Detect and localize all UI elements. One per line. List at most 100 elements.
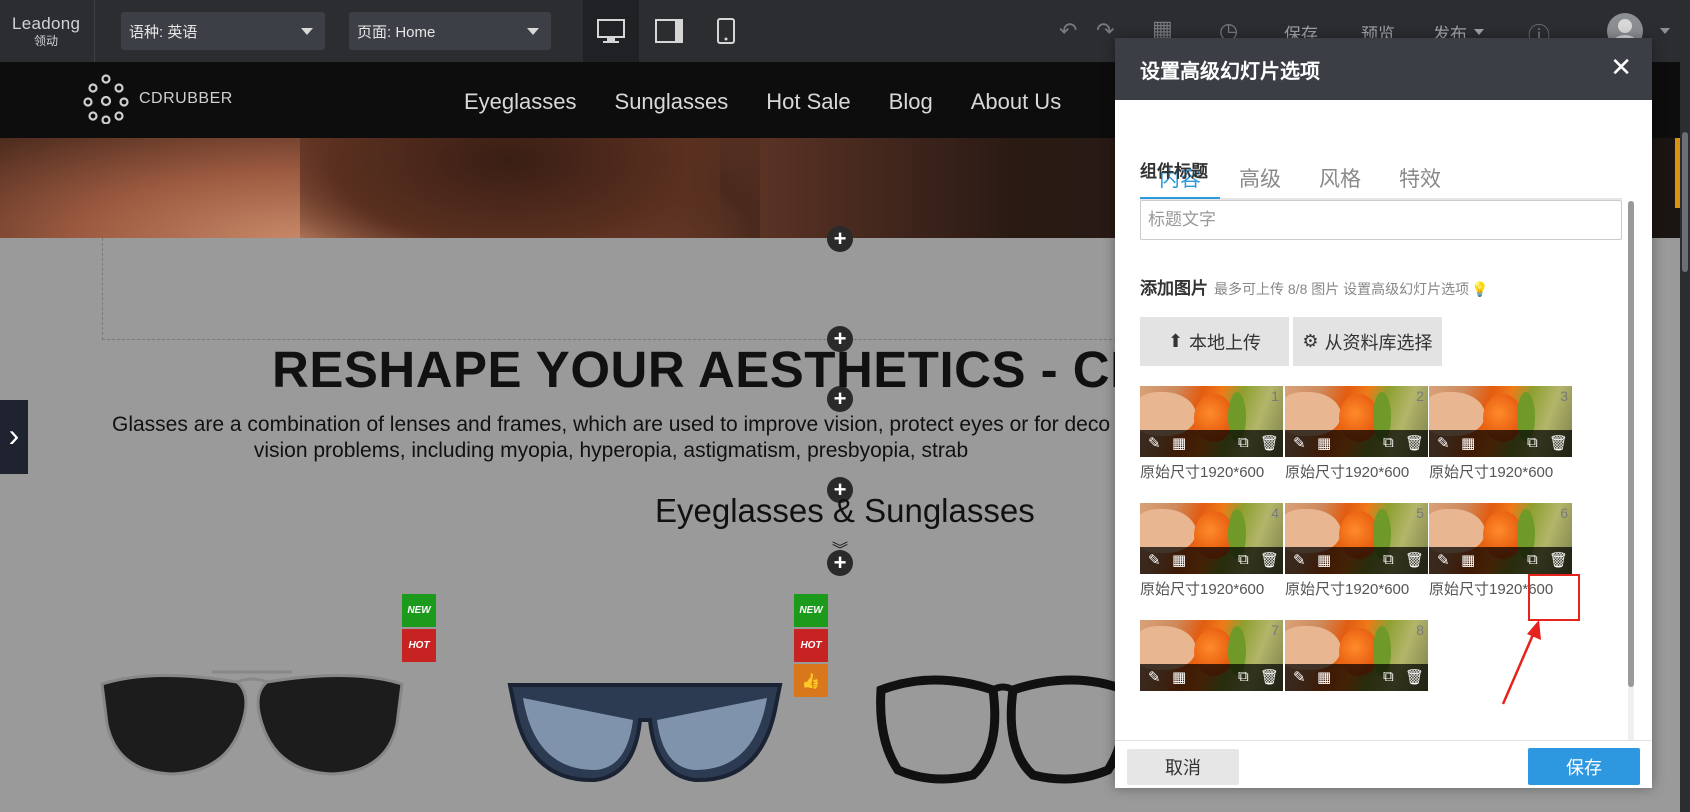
component-title-label: 组件标题 — [1140, 162, 1208, 181]
lightbulb-icon[interactable]: 💡 — [1471, 281, 1488, 298]
add-image-label: 添加图片 — [1140, 279, 1208, 298]
mobile-view-button[interactable] — [698, 0, 754, 62]
copy-icon[interactable]: ⧉ — [1383, 668, 1394, 685]
layout-icon[interactable]: ▦ — [1172, 434, 1186, 452]
layout-icon[interactable]: ▦ — [1317, 551, 1331, 569]
edit-icon[interactable]: ✎ — [1293, 434, 1306, 452]
redo-icon[interactable]: ↷ — [1096, 18, 1114, 44]
edit-icon[interactable]: ✎ — [1148, 434, 1161, 452]
trash-icon[interactable]: 🗑 — [1405, 551, 1424, 569]
image-thumbnail[interactable]: 4 ✎ ▦ ⧉ 🗑 原始尺寸1920*600 — [1140, 503, 1283, 599]
image-thumbnail[interactable]: 2 ✎ ▦ ⧉ 🗑 原始尺寸1920*600 — [1285, 386, 1428, 482]
copy-icon[interactable]: ⧉ — [1383, 434, 1394, 451]
site-logo[interactable]: CDRUBBER — [83, 74, 233, 124]
trash-icon[interactable]: 🗑 — [1260, 434, 1279, 452]
close-icon[interactable]: ✕ — [1610, 52, 1632, 83]
trash-icon[interactable]: 🗑 — [1549, 434, 1568, 452]
dialog-scrollbar[interactable] — [1628, 201, 1634, 761]
thumbnail-image: 8 ✎ ▦ ⧉ 🗑 — [1285, 620, 1428, 691]
page-scrollbar[interactable] — [1680, 62, 1690, 812]
copy-icon[interactable]: ⧉ — [1238, 668, 1249, 685]
chevron-double-down-icon[interactable]: ︾ — [832, 536, 848, 560]
desktop-view-button[interactable] — [583, 0, 639, 62]
page-headline: RESHAPE YOUR AESTHETICS - CHOO — [272, 341, 1228, 398]
image-thumbnail[interactable]: 3 ✎ ▦ ⧉ 🗑 原始尺寸1920*600 — [1429, 386, 1572, 482]
layout-icon[interactable]: ▦ — [1172, 551, 1186, 569]
nav-eyeglasses[interactable]: Eyeglasses — [464, 89, 577, 115]
thumbnail-caption: 原始尺寸1920*600 — [1285, 464, 1410, 481]
dialog-tabs: 内容 高级 风格 特效 — [1140, 118, 1622, 200]
section-subheading: Eyeglasses & Sunglasses — [655, 492, 1035, 529]
page-scrollbar-thumb[interactable] — [1682, 132, 1688, 272]
tablet-view-button[interactable] — [641, 0, 697, 62]
image-thumbnail[interactable]: 1 ✎ ▦ ⧉ 🗑 原始尺寸1920*600 — [1140, 386, 1283, 482]
cancel-button[interactable]: 取消 — [1127, 749, 1239, 785]
layout-icon[interactable]: ▦ — [1172, 668, 1186, 686]
edit-icon[interactable]: ✎ — [1293, 551, 1306, 569]
thumbnail-actions: ✎ ▦ ⧉ 🗑 — [1285, 547, 1428, 574]
black-eyeglasses-image[interactable] — [873, 660, 1133, 790]
edit-icon[interactable]: ✎ — [1437, 434, 1450, 452]
page-select[interactable]: 页面: Home — [349, 12, 551, 50]
image-thumbnail[interactable]: 8 ✎ ▦ ⧉ 🗑 — [1285, 620, 1428, 695]
nav-hot-sale[interactable]: Hot Sale — [766, 89, 850, 115]
tab-advanced[interactable]: 高级 — [1220, 163, 1300, 199]
trash-icon[interactable]: 🗑 — [1260, 551, 1279, 569]
upload-icon: ⬆ — [1167, 331, 1184, 351]
thumbnail-actions: ✎ ▦ ⧉ 🗑 — [1429, 430, 1572, 457]
language-select[interactable]: 语种: 英语 — [121, 12, 325, 50]
chevron-down-icon — [301, 28, 313, 35]
leadong-logo[interactable]: Leadong 领动 — [0, 0, 95, 62]
title-text-input[interactable] — [1140, 200, 1622, 240]
thumbnail-image: 6 ✎ ▦ ⧉ 🗑 — [1429, 503, 1572, 574]
chevron-down-icon — [527, 28, 539, 35]
empty-section-outline — [102, 238, 1132, 340]
local-upload-label: 本地上传 — [1189, 332, 1262, 353]
layout-icon[interactable]: ▦ — [1317, 434, 1331, 452]
thumbnail-number: 8 — [1416, 622, 1424, 638]
layout-icon[interactable]: ▦ — [1461, 434, 1475, 452]
thumbnail-actions: ✎ ▦ ⧉ 🗑 — [1140, 430, 1283, 457]
tab-effects[interactable]: 特效 — [1380, 163, 1460, 199]
dialog-title: 设置高级幻灯片选项 — [1140, 60, 1320, 83]
thumbnail-number: 3 — [1560, 388, 1568, 404]
image-thumbnail[interactable]: 7 ✎ ▦ ⧉ 🗑 — [1140, 620, 1283, 695]
edit-icon[interactable]: ✎ — [1148, 551, 1161, 569]
copy-icon[interactable]: ⧉ — [1383, 551, 1394, 568]
tab-style[interactable]: 风格 — [1300, 163, 1380, 199]
layout-icon[interactable]: ▦ — [1461, 551, 1475, 569]
add-section-button[interactable]: + — [827, 226, 853, 252]
thumbnail-number: 6 — [1560, 505, 1568, 521]
copy-icon[interactable]: ⧉ — [1238, 434, 1249, 451]
copy-icon[interactable]: ⧉ — [1527, 434, 1538, 451]
navy-sunglasses-image[interactable] — [505, 670, 785, 790]
library-select-button[interactable]: ⚙ 从资料库选择 — [1293, 317, 1442, 366]
nav-sunglasses[interactable]: Sunglasses — [615, 89, 729, 115]
local-upload-button[interactable]: ⬆ 本地上传 — [1140, 317, 1289, 366]
copy-icon[interactable]: ⧉ — [1238, 551, 1249, 568]
trash-icon[interactable]: 🗑 — [1549, 551, 1568, 569]
trash-icon[interactable]: 🗑 — [1405, 668, 1424, 686]
trash-icon[interactable]: 🗑 — [1260, 668, 1279, 686]
thumbnail-actions: ✎ ▦ ⧉ 🗑 — [1140, 664, 1283, 691]
trash-icon[interactable]: 🗑 — [1405, 434, 1424, 452]
thumbnail-caption: 原始尺寸1920*600 — [1285, 581, 1410, 598]
thumbnail-image: 1 ✎ ▦ ⧉ 🗑 — [1140, 386, 1283, 457]
image-thumbnail[interactable]: 5 ✎ ▦ ⧉ 🗑 原始尺寸1920*600 — [1285, 503, 1428, 599]
annotation-arrow — [1501, 620, 1541, 705]
nav-about-us[interactable]: About Us — [971, 89, 1062, 115]
copy-icon[interactable]: ⧉ — [1527, 551, 1538, 568]
hot-badge: HOT — [402, 629, 436, 662]
layout-icon[interactable]: ▦ — [1317, 668, 1331, 686]
nav-blog[interactable]: Blog — [889, 89, 933, 115]
undo-icon[interactable]: ↶ — [1059, 18, 1077, 44]
edit-icon[interactable]: ✎ — [1293, 668, 1306, 686]
save-button[interactable]: 保存 — [1528, 748, 1640, 785]
add-image-hint: 最多可上传 8/8 图片 设置高级幻灯片选项 — [1214, 281, 1470, 297]
edit-icon[interactable]: ✎ — [1437, 551, 1450, 569]
edit-icon[interactable]: ✎ — [1148, 668, 1161, 686]
dialog-scrollbar-thumb[interactable] — [1628, 201, 1634, 687]
aviator-sunglasses-image[interactable] — [92, 664, 412, 784]
slider-prev-arrow[interactable]: › — [0, 400, 28, 474]
thumbnail-image: 5 ✎ ▦ ⧉ 🗑 — [1285, 503, 1428, 574]
